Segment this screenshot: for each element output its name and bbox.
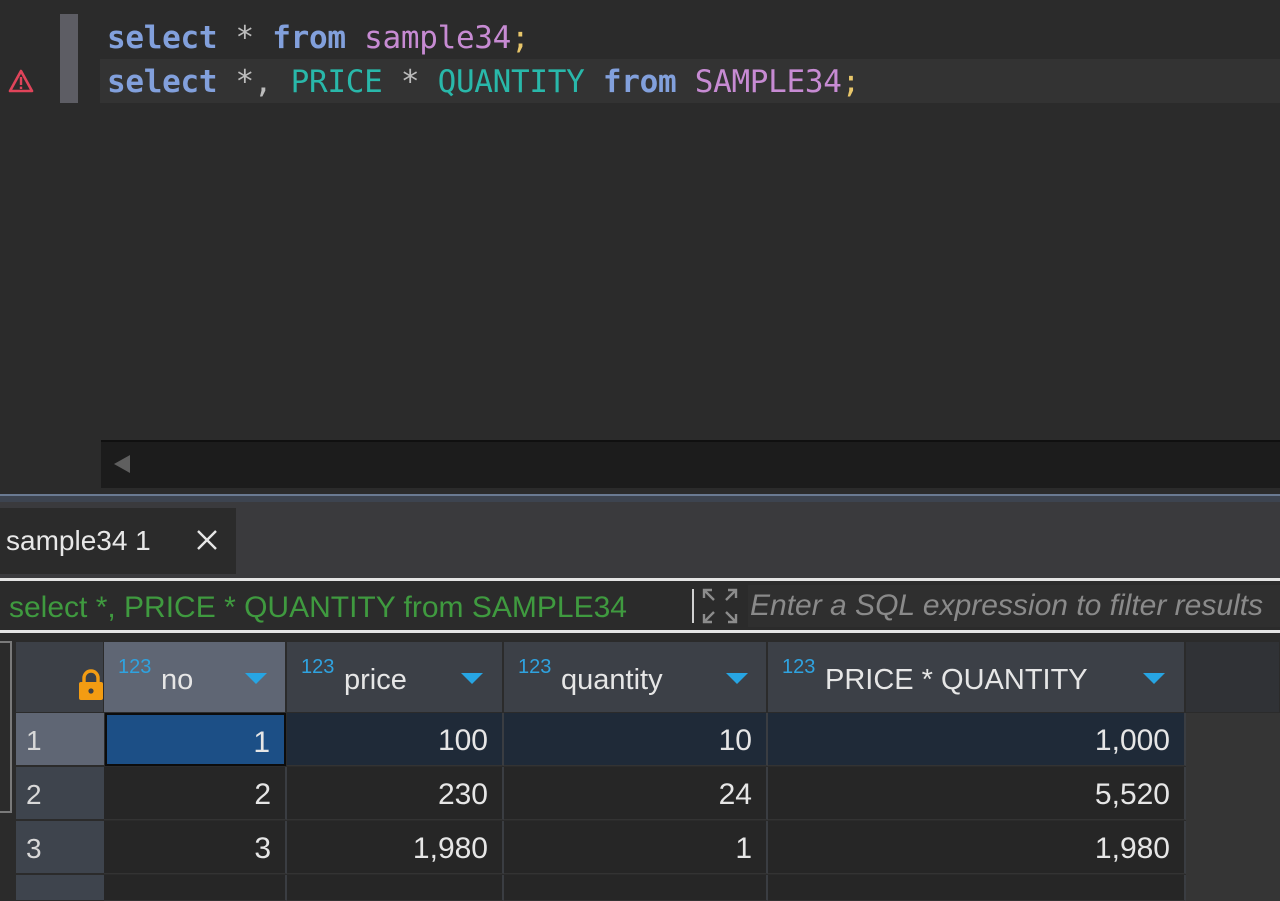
operator: * xyxy=(217,20,273,56)
keyword-from: from xyxy=(602,64,677,100)
semicolon: ; xyxy=(841,64,861,100)
keyword-from: from xyxy=(272,20,346,56)
column-header-price-times-quantity[interactable]: 123 PRICE * QUANTITY xyxy=(768,642,1185,712)
filter-bar: select *, PRICE * QUANTITY from SAMPLE34… xyxy=(0,578,1280,633)
table-cell[interactable]: 230 xyxy=(287,767,504,820)
table-cell[interactable]: 1 xyxy=(105,713,286,766)
numeric-type-icon: 123 xyxy=(518,656,552,678)
sql-editor[interactable]: select * from sample34; select *, PRICE … xyxy=(0,0,1280,495)
sort-dropdown-icon[interactable] xyxy=(1143,673,1165,684)
empty-cell xyxy=(768,875,1186,901)
column-header-quantity[interactable]: 123 quantity xyxy=(504,642,767,712)
column-header-label: price xyxy=(344,664,407,696)
operator: * xyxy=(382,64,438,100)
header-corner[interactable] xyxy=(16,642,104,712)
column-name: PRICE xyxy=(290,64,383,100)
table-cell[interactable]: 2 xyxy=(104,767,287,820)
empty-cell xyxy=(504,875,768,901)
table-cell[interactable]: 3 xyxy=(104,821,287,874)
table-name: SAMPLE34 xyxy=(694,64,842,100)
tab-label: sample34 1 xyxy=(6,525,151,556)
row-number[interactable]: 3 xyxy=(16,821,104,874)
column-header-no[interactable]: 123 no xyxy=(104,642,286,712)
warning-icon[interactable] xyxy=(8,68,34,94)
row-number[interactable]: 2 xyxy=(16,767,104,820)
table-cell[interactable]: 1,980 xyxy=(287,821,504,874)
numeric-type-icon: 123 xyxy=(301,656,335,678)
numeric-type-icon: 123 xyxy=(118,656,152,678)
keyword-select: select xyxy=(107,64,218,100)
active-query-label[interactable]: select *, PRICE * QUANTITY from SAMPLE34 xyxy=(9,588,627,628)
close-icon[interactable] xyxy=(193,526,221,554)
column-header-price[interactable]: 123 price xyxy=(287,642,503,712)
table-cell[interactable]: 1,000 xyxy=(768,713,1186,766)
grid-right-filler xyxy=(1186,713,1280,901)
table-name: sample34 xyxy=(364,20,512,56)
sort-dropdown-icon[interactable] xyxy=(245,673,267,684)
row-number[interactable]: 1 xyxy=(16,713,104,766)
empty-cell xyxy=(287,875,504,901)
column-header-label: no xyxy=(161,664,194,696)
sort-dropdown-icon[interactable] xyxy=(726,673,748,684)
numeric-type-icon: 123 xyxy=(782,656,816,678)
column-name: QUANTITY xyxy=(437,64,585,100)
grid-left-panel-edge xyxy=(0,641,12,813)
lock-icon[interactable] xyxy=(76,668,106,702)
sort-dropdown-icon[interactable] xyxy=(461,673,483,684)
table-cell[interactable]: 1 xyxy=(504,821,768,874)
horizontal-scrollbar[interactable] xyxy=(101,440,1280,488)
scroll-left-arrow-icon[interactable] xyxy=(114,455,130,473)
column-header-label: PRICE * QUANTITY xyxy=(825,664,1088,696)
column-header-label: quantity xyxy=(561,664,663,696)
keyword-select: select xyxy=(107,20,218,56)
results-grid[interactable]: 123 no 123 price 123 quantity 123 PRICE … xyxy=(0,633,1280,901)
operator: *, xyxy=(217,64,291,100)
table-cell[interactable]: 24 xyxy=(504,767,768,820)
header-filler xyxy=(1186,642,1280,712)
table-cell[interactable]: 100 xyxy=(287,713,504,766)
table-cell[interactable]: 5,520 xyxy=(768,767,1186,820)
semicolon: ; xyxy=(511,20,530,56)
empty-cell xyxy=(104,875,287,901)
code-line-2[interactable]: select *, PRICE * QUANTITY from SAMPLE34… xyxy=(107,62,860,102)
statement-gutter-marker xyxy=(60,14,78,103)
expand-icon[interactable] xyxy=(700,586,740,626)
filter-input[interactable]: Enter a SQL expression to filter results xyxy=(748,585,1280,627)
table-cell[interactable]: 10 xyxy=(504,713,768,766)
code-line-1[interactable]: select * from sample34; xyxy=(107,18,530,58)
text-cursor-separator xyxy=(692,589,694,623)
results-tab-bar: sample34 1 xyxy=(0,502,1280,578)
row-number-empty xyxy=(16,875,104,901)
table-cell[interactable]: 1,980 xyxy=(768,821,1186,874)
panel-splitter[interactable] xyxy=(0,494,1280,502)
tab-sample34-1[interactable]: sample34 1 xyxy=(0,508,236,574)
